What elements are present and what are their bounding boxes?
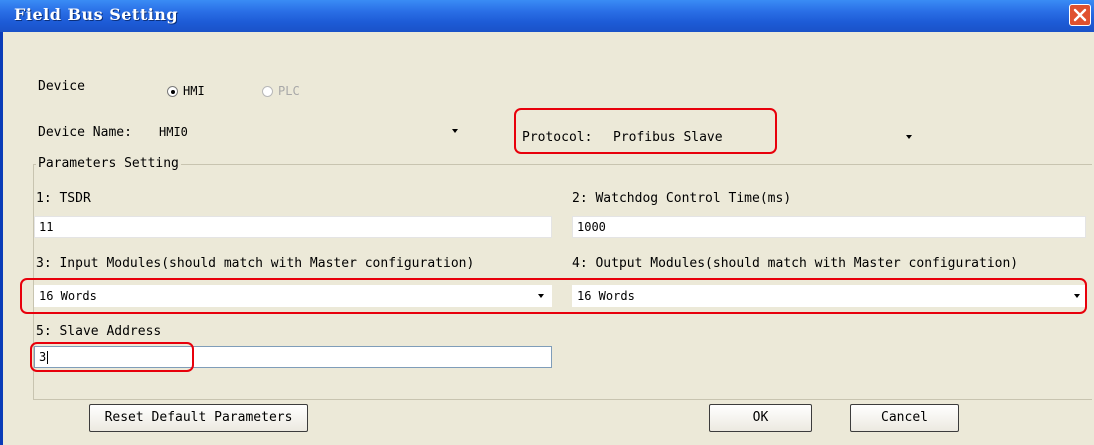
window-title: Field Bus Setting [14,5,179,24]
text-cursor [47,351,48,364]
chevron-down-icon [906,135,912,139]
output-modules-select[interactable]: 16 Words [572,285,1086,307]
radio-plc [262,86,273,97]
protocol-value: Profibus Slave [613,130,723,145]
close-icon [1073,8,1087,22]
close-button[interactable] [1069,4,1091,26]
chevron-down-icon [1074,294,1080,298]
output-modules-label: 4: Output Modules(should match with Mast… [572,256,1019,271]
radio-hmi-label[interactable]: HMI [183,84,205,98]
input-modules-select[interactable]: 16 Words [34,285,552,307]
ok-button[interactable]: OK [709,404,812,432]
tsdr-label: 1: TSDR [36,191,91,206]
slave-address-input[interactable]: 3 [34,346,552,368]
chevron-down-icon [538,294,544,298]
input-modules-value: 16 Words [39,289,97,303]
device-name-label: Device Name: [38,125,132,140]
title-bar[interactable]: Field Bus Setting [0,0,1094,32]
watchdog-label: 2: Watchdog Control Time(ms) [572,191,792,206]
field-bus-setting-dialog: Field Bus Setting Device HMI PLC Device … [0,0,1094,445]
device-name-select[interactable]: HMI0 [154,121,469,143]
radio-plc-label: PLC [278,84,300,98]
cancel-button[interactable]: Cancel [850,404,959,432]
parameters-group-label: Parameters Setting [36,156,181,171]
tsdr-value: 11 [39,220,54,234]
protocol-select[interactable]: Profibus Slave [608,125,920,149]
watchdog-value: 1000 [577,220,606,234]
input-modules-label: 3: Input Modules(should match with Maste… [36,256,475,271]
tsdr-input[interactable]: 11 [34,216,552,238]
device-label: Device [38,79,85,94]
output-modules-value: 16 Words [577,289,635,303]
protocol-label: Protocol: [522,130,593,145]
slave-address-value: 3 [39,350,47,364]
chevron-down-icon [452,129,458,133]
reset-default-parameters-button[interactable]: Reset Default Parameters [89,404,308,432]
slave-address-label: 5: Slave Address [36,324,162,339]
watchdog-input[interactable]: 1000 [572,216,1086,238]
radio-hmi[interactable] [167,86,178,97]
device-name-value: HMI0 [159,125,188,139]
